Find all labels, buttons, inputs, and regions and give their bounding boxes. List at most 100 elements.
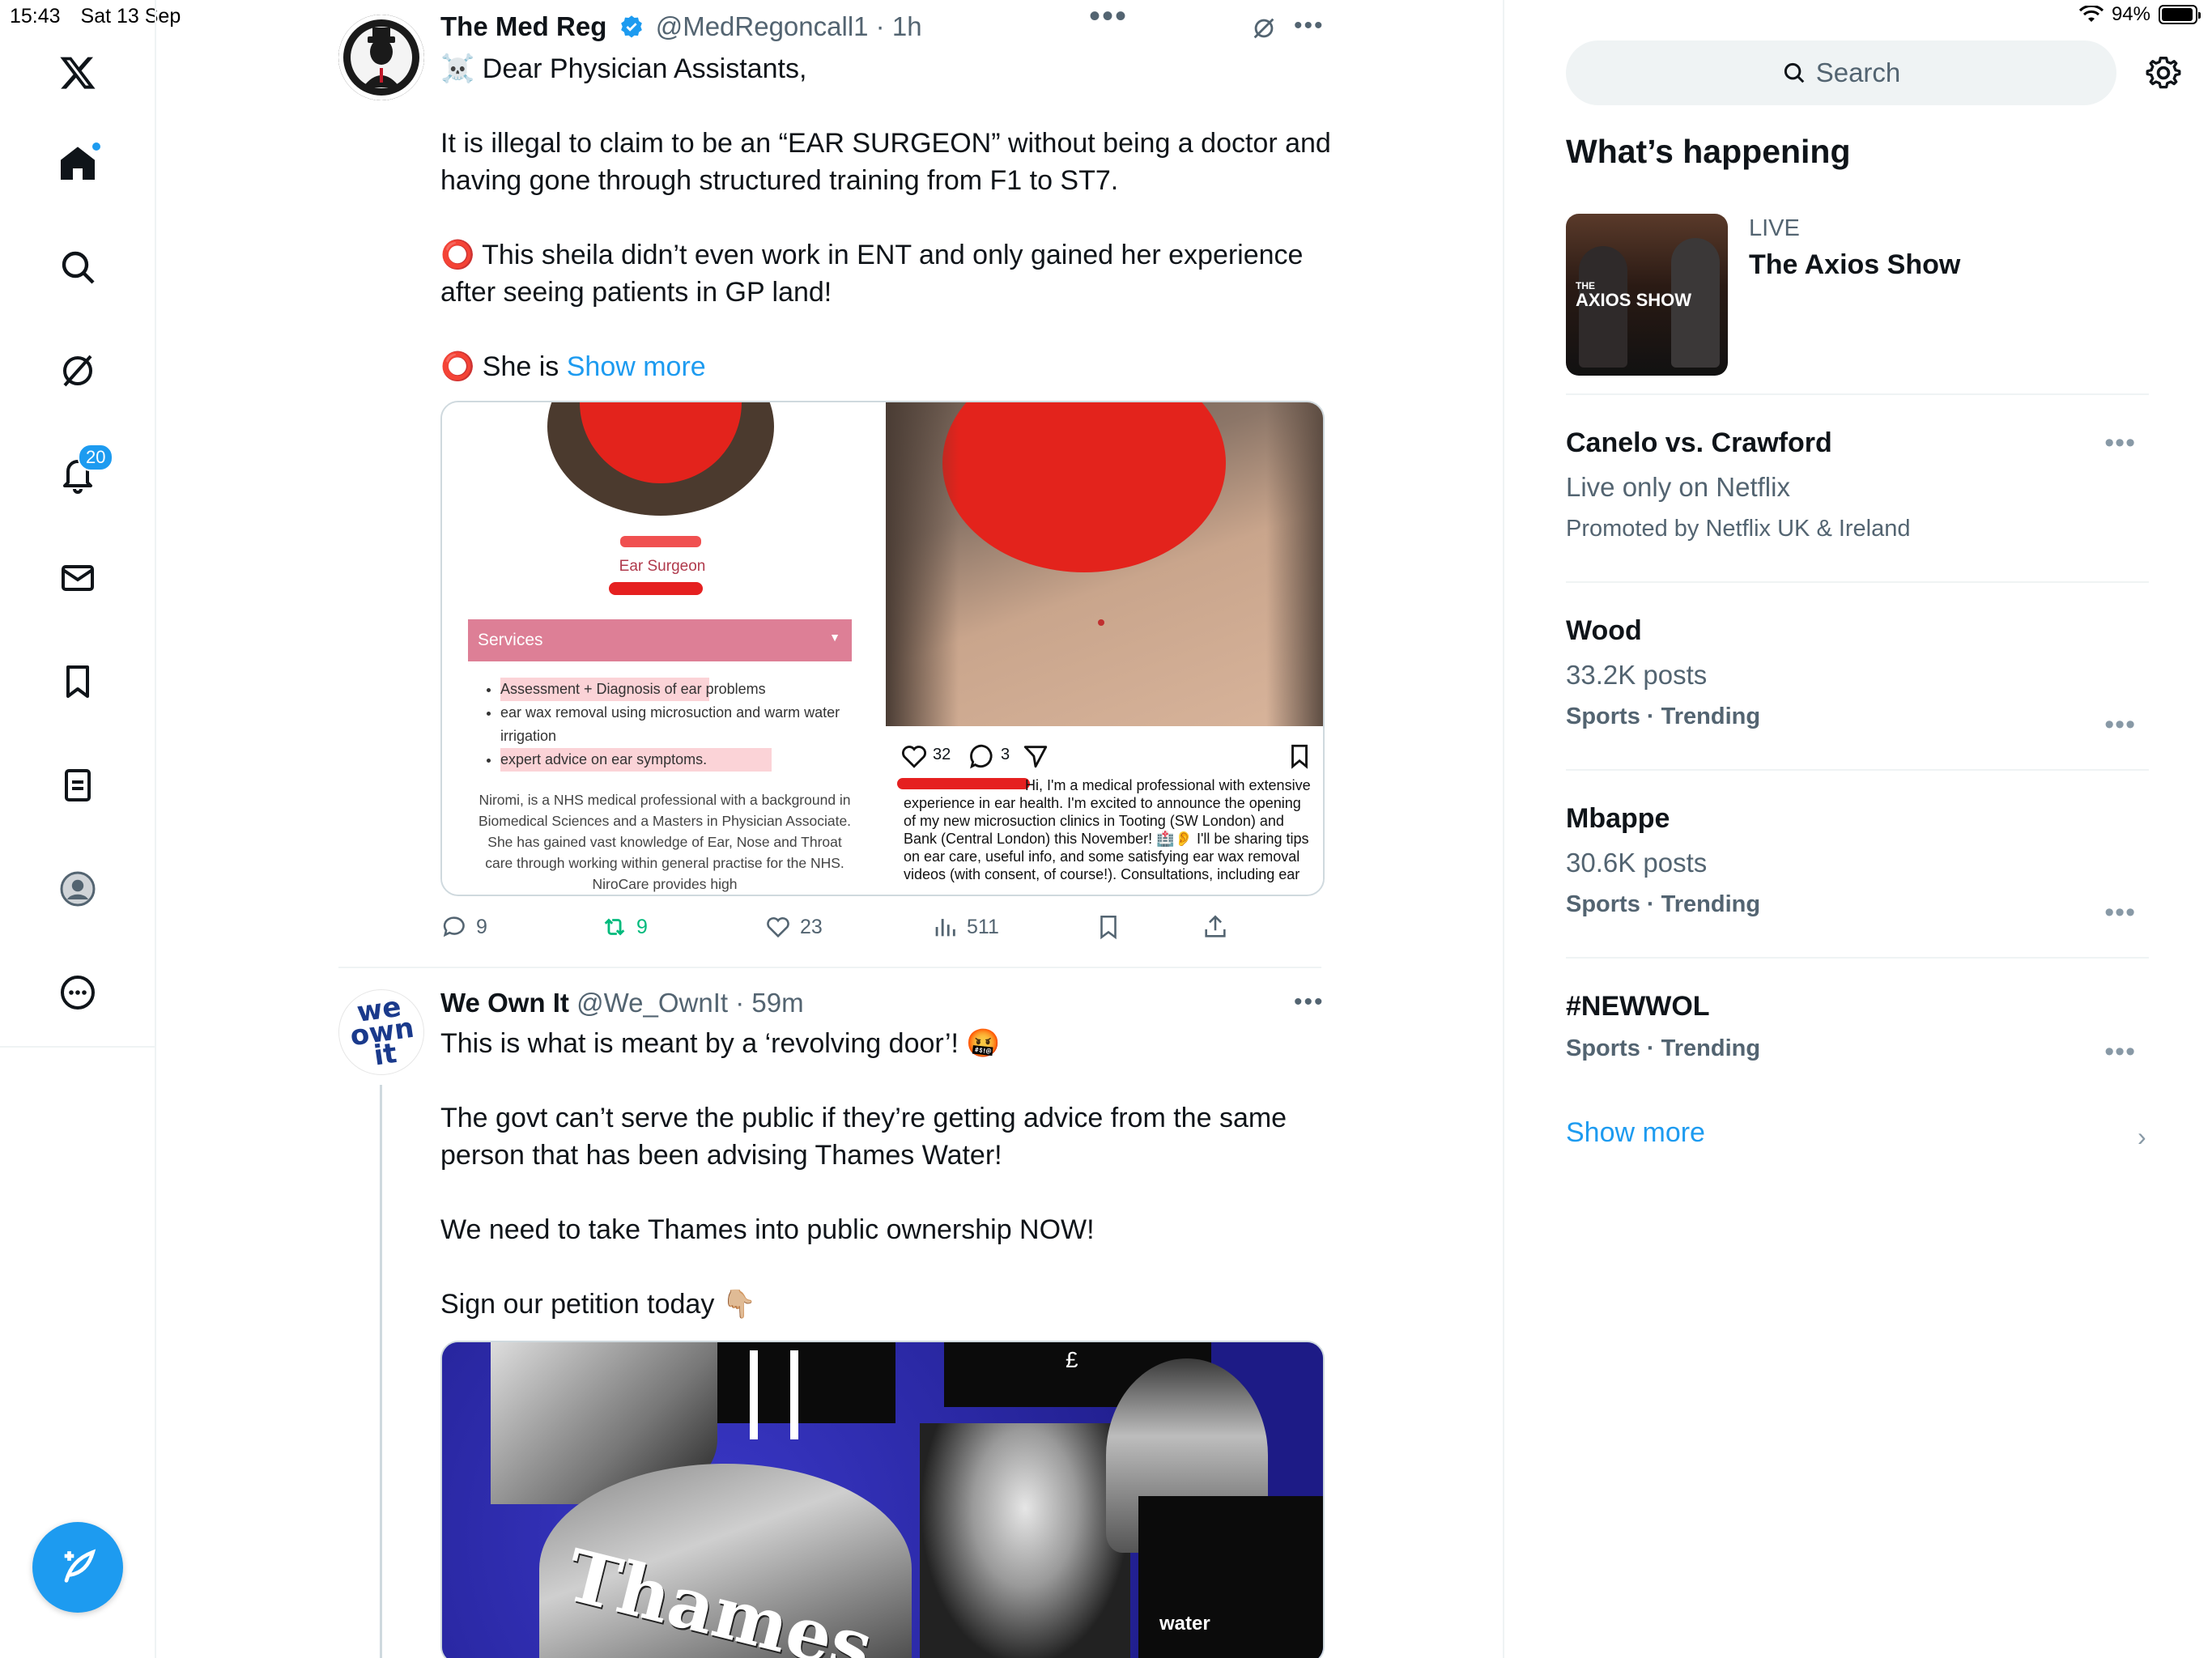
insta-comment-count: 3 <box>1001 746 1010 763</box>
messages-envelope-icon[interactable] <box>45 546 110 610</box>
trend-divider <box>1566 581 2149 583</box>
bookmark-icon <box>1100 915 1117 940</box>
explore-search-icon[interactable] <box>45 235 110 300</box>
trend-subtitle: 33.2K posts <box>1566 660 1708 690</box>
tweet-separator <box>338 967 1321 968</box>
notifications-bell-icon[interactable]: 20 <box>45 442 114 507</box>
service-item: expert advice on ear symptoms. <box>500 748 772 772</box>
trend-divider <box>1566 957 2149 959</box>
battery-icon <box>2159 5 2201 24</box>
tweet2-media-collage[interactable]: Thames £ water <box>440 1341 1325 1658</box>
trend-title: Wood <box>1566 615 1642 646</box>
tweet2-header: We Own It @We_OwnIt · 59m <box>440 988 804 1018</box>
lists-icon[interactable] <box>45 753 110 818</box>
trend-meta: Sports · Trending <box>1566 704 1761 729</box>
x-logo-icon[interactable] <box>45 40 110 105</box>
axios-thumbnail: THE AXIOS SHOW <box>1566 214 1728 376</box>
portrait-photo <box>886 402 1323 726</box>
repost-button[interactable]: 9 <box>601 913 648 941</box>
media-image-profile-screenshot[interactable]: Ear Surgeon Services ▼ Assessment + Diag… <box>442 402 883 895</box>
show-more-trends-link[interactable]: Show more <box>1566 1117 1705 1149</box>
services-dropdown: Services ▼ <box>468 619 852 661</box>
like-button[interactable]: 23 <box>764 913 823 941</box>
tweet-time[interactable]: 1h <box>892 11 922 41</box>
redaction-mark <box>620 536 701 547</box>
top-options-dots[interactable]: ••• <box>1089 0 1128 32</box>
notification-count-badge: 20 <box>78 444 114 471</box>
bookmarks-icon[interactable] <box>45 649 110 714</box>
medreg-avatar[interactable] <box>338 15 424 100</box>
view-count: 511 <box>967 915 999 938</box>
avatar-logo-text: we own it <box>348 990 416 1073</box>
profile-avatar-icon[interactable] <box>45 857 110 921</box>
share-upload-icon <box>1205 915 1226 937</box>
collage-water-text: water <box>1159 1613 1210 1635</box>
tweet2-text: This is what is meant by a ‘revolving do… <box>440 1025 1331 1360</box>
trend-divider <box>1566 393 2149 395</box>
show-more-link[interactable]: Show more <box>567 351 706 382</box>
insta-like-count: 32 <box>933 746 951 763</box>
trend-subtitle: Live only on Netflix <box>1566 472 1790 502</box>
trend-more-dots[interactable]: ••• <box>2104 427 2136 459</box>
insta-comment-icon <box>970 744 993 769</box>
tweet-more-dots[interactable]: ••• <box>1294 990 1325 1014</box>
tweet-text-line: ⭕ This sheila didn’t even work in ENT an… <box>440 240 1304 308</box>
share-button[interactable] <box>1202 913 1229 941</box>
repost-count: 9 <box>636 915 648 938</box>
views-button[interactable]: 511 <box>931 913 999 941</box>
like-count: 23 <box>800 915 823 938</box>
collage-pound-sign: £ <box>1066 1347 1078 1372</box>
settings-gear-icon[interactable] <box>2146 55 2181 91</box>
search-placeholder: Search <box>1815 57 1901 87</box>
trend-item[interactable]: Wood 33.2K posts Sports · Trending ••• <box>1566 615 2149 740</box>
service-item: Assessment + Diagnosis of ear problems <box>500 678 849 701</box>
tweet-text-line: ⭕ She is Show more <box>440 351 706 382</box>
tweet-text-line: It is illegal to claim to be an “EAR SUR… <box>440 128 1331 196</box>
author-name[interactable]: The Med Reg <box>440 11 606 41</box>
nav-divider <box>0 1046 156 1048</box>
services-label: Services <box>478 631 543 649</box>
grok-icon[interactable] <box>45 338 110 403</box>
home-unread-dot <box>91 141 102 152</box>
trend-more-dots[interactable]: ••• <box>2104 1036 2136 1068</box>
reply-icon <box>443 916 465 937</box>
profile-bio: Niromi, is a NHS medical professional wi… <box>478 792 852 892</box>
collage-photo-man-2 <box>920 1423 1130 1658</box>
trend-more-dots[interactable]: ••• <box>2104 709 2136 741</box>
author-handle[interactable]: @We_OwnIt <box>576 988 728 1018</box>
tweet-text-line: This is what is meant by a ‘revolving do… <box>440 1028 1001 1059</box>
left-nav: 20 <box>0 0 156 1658</box>
whats-happening-heading: What’s happening <box>1566 133 1851 170</box>
tweet-more-dots[interactable]: ••• <box>1294 14 1325 38</box>
trend-title: Mbappe <box>1566 803 1670 834</box>
author-name[interactable]: We Own It <box>440 988 569 1018</box>
status-bar-right: 94% <box>2078 3 2201 26</box>
media-image-instagram-screenshot[interactable]: 32 3 Hi, I'm a medical professional with… <box>886 402 1323 895</box>
heart-icon <box>767 916 789 938</box>
home-icon[interactable] <box>45 131 110 196</box>
wifi-icon <box>2078 6 2104 22</box>
reply-button[interactable]: 9 <box>440 913 487 941</box>
insta-caption: Hi, I'm a medical professional with exte… <box>904 777 1311 882</box>
author-handle[interactable]: @MedRegoncall1 <box>656 11 869 41</box>
trend-item[interactable]: Mbappe 30.6K posts Sports · Trending ••• <box>1566 803 2149 928</box>
trend-more-dots[interactable]: ••• <box>2104 897 2136 929</box>
search-bar[interactable]: Search <box>1566 40 2116 105</box>
trend-subtitle: 30.6K posts <box>1566 848 1708 878</box>
services-list: Assessment + Diagnosis of ear problems e… <box>500 678 849 772</box>
trend-item[interactable]: #NEWWOL Sports · Trending ••• <box>1566 991 2149 1067</box>
reply-count: 9 <box>476 915 487 938</box>
trend-item[interactable]: Canelo vs. Crawford Live only on Netflix… <box>1566 427 2149 542</box>
thumb-logo-text: AXIOS SHOW <box>1576 290 1692 310</box>
tweet-text-line: ☠️ Dear Physician Assistants, <box>440 53 807 84</box>
tweet-time[interactable]: 59m <box>751 988 803 1018</box>
compose-post-button[interactable] <box>32 1522 123 1613</box>
weownit-avatar[interactable]: we own it <box>338 989 424 1075</box>
search-icon <box>1784 62 1805 83</box>
insta-share-icon <box>1023 746 1048 768</box>
tweet1-media[interactable]: Ear Surgeon Services ▼ Assessment + Diag… <box>440 401 1325 896</box>
more-options-icon[interactable] <box>45 960 110 1025</box>
repost-icon <box>604 918 625 936</box>
grok-explain-icon[interactable] <box>1250 15 1278 42</box>
bookmark-button[interactable] <box>1095 913 1122 941</box>
